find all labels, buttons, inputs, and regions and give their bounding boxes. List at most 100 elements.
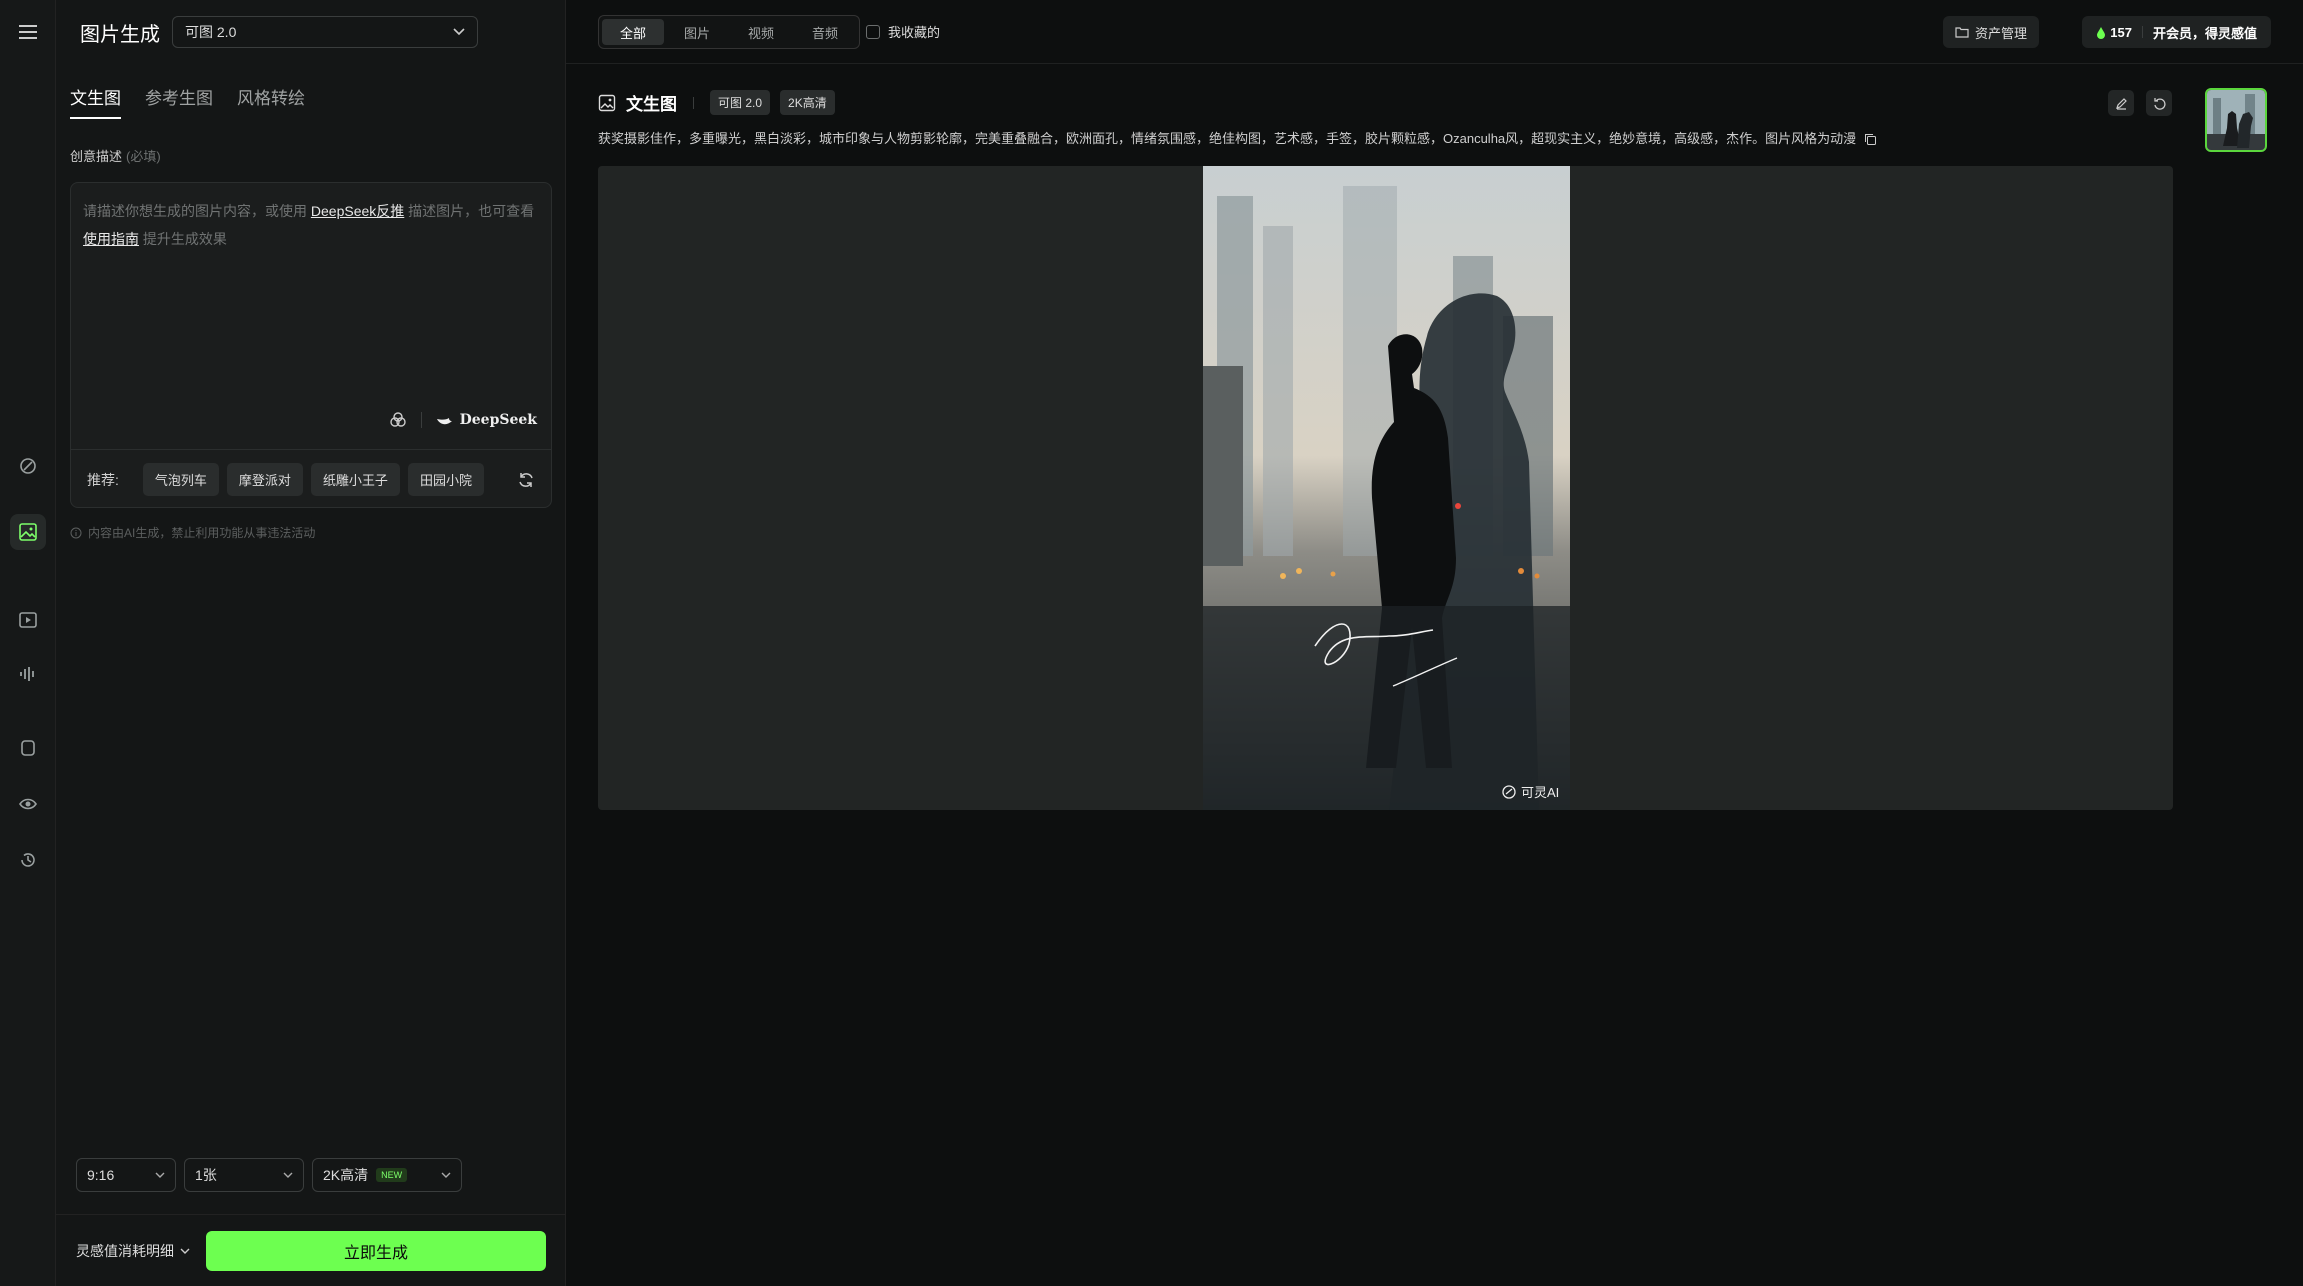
placeholder-text-3: 提升生成效果	[142, 231, 227, 247]
rail-item-image[interactable]	[10, 514, 46, 550]
regenerate-button[interactable]	[2146, 90, 2172, 116]
filter-image[interactable]: 图片	[666, 19, 728, 45]
deepseek-label: DeepSeek	[459, 412, 537, 428]
history-icon	[18, 850, 38, 870]
cost-detail-label: 灵感值消耗明细	[76, 1243, 174, 1259]
deepseek-reverse-link[interactable]: DeepSeek反推	[311, 203, 404, 219]
required-hint: (必填)	[126, 149, 161, 164]
recommend-chip[interactable]: 纸雕小王子	[310, 463, 400, 496]
rail-item-skills[interactable]	[10, 448, 46, 484]
generated-image[interactable]	[1203, 166, 1570, 810]
recommend-chip[interactable]: 田园小院	[407, 463, 484, 496]
credits-value: 157	[2110, 24, 2132, 40]
asset-management-button[interactable]: 资产管理	[1942, 16, 2039, 48]
filter-all[interactable]: 全部	[602, 19, 665, 45]
kling-logo-icon	[1502, 784, 1516, 799]
rail-item-preview[interactable]	[10, 786, 46, 822]
image-canvas	[598, 166, 2173, 810]
panel-title: 图片生成	[80, 24, 160, 46]
inspiration-drop-icon	[2096, 26, 2106, 39]
model-tag: 可图 2.0	[710, 90, 771, 115]
result-prompt-text: 获奖摄影佳作，多重曝光，黑白淡彩，城市印象与人物剪影轮廓，完美重叠融合，欧洲面孔…	[598, 131, 1857, 146]
video-icon	[18, 610, 38, 630]
recommend-chip[interactable]: 气泡列车	[142, 463, 219, 496]
watermark-text: 可灵AI	[1521, 785, 1560, 800]
favorites-checkbox[interactable]	[866, 24, 880, 39]
eye-icon	[18, 794, 38, 814]
tab-text-to-image[interactable]: 文生图	[70, 84, 121, 119]
generate-button[interactable]: 立即生成	[206, 1231, 546, 1271]
divider	[2141, 26, 2143, 38]
placeholder-text-1: 请描述你想生成的图片内容，或使用	[83, 203, 307, 219]
chevron-down-icon	[441, 1172, 451, 1178]
model-select-value: 可图 2.0	[185, 24, 237, 40]
waveform-icon	[18, 664, 38, 684]
cost-detail-toggle[interactable]: 灵感值消耗明细	[76, 1241, 190, 1261]
generation-panel: 图片生成 可图 2.0 文生图 参考生图 风格转绘 创意描述 (必填) 请描述你想…	[56, 0, 566, 1286]
info-icon	[70, 527, 82, 539]
vip-label[interactable]: 开会员，得灵感值	[2153, 23, 2257, 42]
rail-item-model[interactable]	[10, 730, 46, 766]
description-label: 创意描述 (必填)	[70, 146, 161, 165]
prompt-placeholder: 请描述你想生成的图片内容，或使用 DeepSeek反推 描述图片，也可查看 使用…	[83, 197, 539, 253]
rail-item-history[interactable]	[10, 842, 46, 878]
watermark: 可灵AI	[1502, 782, 1559, 801]
recommend-label: 推荐:	[87, 471, 119, 488]
model-select[interactable]: 可图 2.0	[172, 16, 478, 48]
count-select[interactable]: 1张	[184, 1158, 304, 1192]
result-thumbnail[interactable]	[2205, 88, 2267, 152]
prompt-tools: DeepSeek	[389, 411, 537, 429]
favorites-label: 我收藏的	[888, 25, 941, 40]
bottom-bar: 灵感值消耗明细 立即生成	[56, 1214, 565, 1286]
copy-icon[interactable]	[1864, 133, 1877, 146]
whale-icon	[436, 413, 454, 427]
result-prompt: 获奖摄影佳作，多重曝光，黑白淡彩，城市印象与人物剪影轮廓，完美重叠融合，欧洲面孔…	[598, 128, 1877, 147]
sparkle-pen-icon	[18, 456, 38, 476]
prompt-input[interactable]: 请描述你想生成的图片内容，或使用 DeepSeek反推 描述图片，也可查看 使用…	[70, 182, 552, 508]
user-guide-link[interactable]: 使用指南	[83, 231, 139, 247]
tab-style-transfer[interactable]: 风格转绘	[237, 84, 305, 119]
quality-label: 2K高清 NEW	[323, 1165, 408, 1185]
mode-tabs: 文生图 参考生图 风格转绘	[70, 84, 305, 119]
quality-value: 2K高清	[323, 1167, 369, 1183]
image-icon	[18, 522, 38, 542]
disclaimer: 内容由AI生成，禁止利用功能从事违法活动	[70, 524, 315, 541]
cube-icon	[18, 738, 38, 758]
quality-select[interactable]: 2K高清 NEW	[312, 1158, 462, 1192]
pencil-icon	[2115, 97, 2128, 110]
result-actions	[2108, 90, 2172, 116]
ratio-value: 9:16	[87, 1167, 115, 1183]
top-bar: 全部 图片 视频 音频 我收藏的 资产管理 157 开会员，得灵感值	[566, 0, 2303, 64]
refresh-icon[interactable]	[517, 471, 535, 489]
result-title: 文生图	[626, 95, 677, 114]
favorites-filter[interactable]: 我收藏的	[866, 22, 940, 41]
menu-icon[interactable]	[10, 14, 46, 50]
ratio-select[interactable]: 9:16	[76, 1158, 176, 1192]
recommend-row: 推荐: 气泡列车 摩登派对 纸雕小王子 田园小院	[71, 449, 551, 509]
divider	[420, 412, 422, 428]
recommend-chip[interactable]: 摩登派对	[226, 463, 303, 496]
deepseek-button[interactable]: DeepSeek	[436, 412, 537, 428]
filter-segment: 全部 图片 视频 音频	[598, 15, 861, 49]
rotate-icon	[2153, 97, 2166, 110]
divider	[693, 96, 694, 109]
chevron-down-icon	[180, 1248, 190, 1254]
credits-display: 157	[2096, 25, 2132, 40]
rail-item-video[interactable]	[10, 602, 46, 638]
result-header: 文生图 可图 2.0 2K高清	[598, 90, 835, 115]
asset-management-label: 资产管理	[1974, 25, 2027, 41]
disclaimer-text: 内容由AI生成，禁止利用功能从事违法活动	[88, 526, 316, 540]
chevron-down-icon	[453, 28, 465, 36]
left-rail	[0, 0, 56, 1286]
filter-video[interactable]: 视频	[730, 19, 792, 45]
style-palette-icon[interactable]	[389, 411, 407, 429]
folder-icon	[1955, 26, 1969, 38]
rail-item-audio[interactable]	[10, 656, 46, 692]
membership-box[interactable]: 157 开会员，得灵感值	[2082, 16, 2271, 48]
tab-reference-image[interactable]: 参考生图	[145, 84, 213, 119]
image-icon	[598, 94, 616, 112]
description-label-text: 创意描述	[70, 149, 123, 164]
edit-button[interactable]	[2108, 90, 2134, 116]
filter-audio[interactable]: 音频	[794, 19, 856, 45]
chevron-down-icon	[155, 1172, 165, 1178]
